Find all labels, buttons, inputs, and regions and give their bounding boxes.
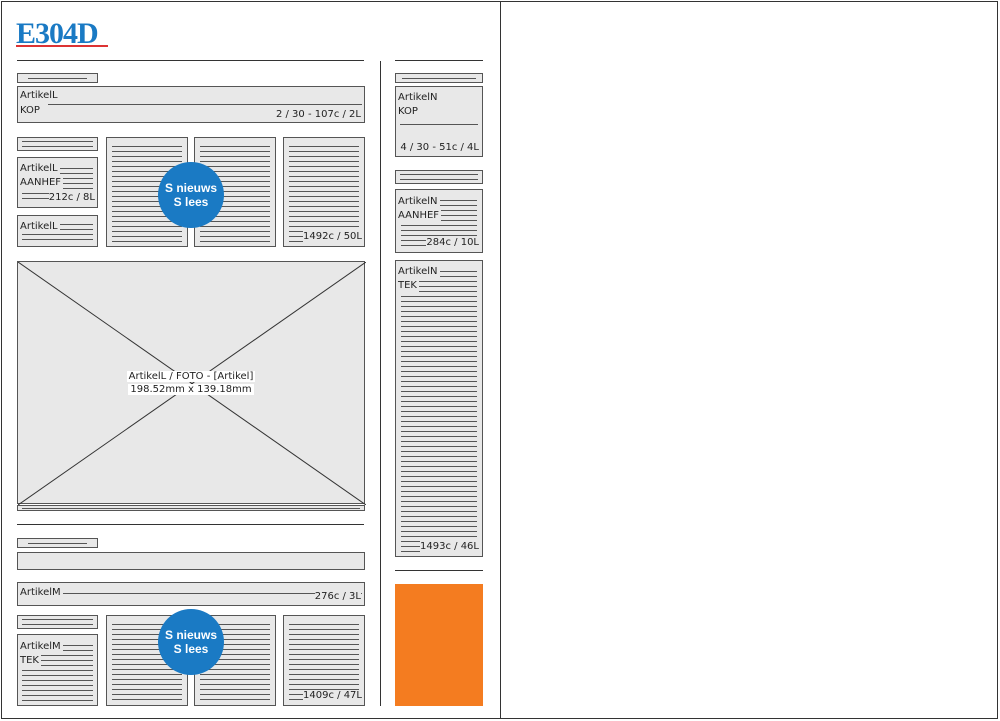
photo-placeholder[interactable]: ArtikelL / FOTO - [Artikel] 198.52mm x 1… (17, 261, 366, 505)
m-header-bar[interactable] (17, 552, 365, 570)
artikel-l-kop-block[interactable]: ArtikelL KOP 2 / 30 - 107c / 2L (17, 86, 365, 123)
artikel-m-kop-block[interactable]: ArtikelM 276c / 3L (17, 582, 365, 606)
photo-caption-line1: ArtikelL / FOTO - [Artikel] (126, 371, 256, 382)
n-tek-type: TEK (398, 279, 419, 292)
n-aanhef-name: ArtikelN (398, 195, 440, 208)
s-nieuws-badge-top[interactable]: S nieuws S lees (158, 162, 224, 228)
m-kop-stats: 276c / 3L (314, 591, 361, 603)
n-kop-type: KOP (398, 105, 420, 118)
n-kicker-bar[interactable] (395, 73, 483, 83)
n-sub-kicker-bar[interactable] (395, 170, 483, 184)
kop-name: ArtikelL (20, 89, 60, 102)
photo-caption-line2: 198.52mm x 139.18mm (128, 384, 254, 395)
artikel-n-aanhef-block[interactable]: ArtikelN AANHEF 284c / 10L (395, 189, 483, 253)
m-tek-type: TEK (20, 654, 41, 667)
kop-type: KOP (20, 104, 42, 117)
artikel-n-kop-block[interactable]: ArtikelN KOP 4 / 30 - 51c / 4L (395, 86, 483, 157)
n-tek-name: ArtikelN (398, 265, 440, 278)
m-text-column-3[interactable]: 1409c / 47L (283, 615, 365, 706)
right-section-rule (395, 570, 483, 571)
n-aanhef-stats: 284c / 10L (426, 237, 479, 249)
n-kop-stats: 4 / 30 - 51c / 4L (400, 142, 479, 154)
m-kicker-bar[interactable] (17, 538, 98, 548)
text-stats: 1492c / 50L (303, 231, 362, 243)
s-nieuws-badge-bottom[interactable]: S nieuws S lees (158, 609, 224, 675)
m-sub-kicker-bar[interactable] (17, 615, 98, 629)
artikel-m-tek-block[interactable]: ArtikelM TEK (17, 634, 98, 706)
page-divider (500, 1, 501, 719)
sub-kicker-bar[interactable] (17, 137, 98, 151)
artikel-n-tek-block[interactable]: ArtikelN TEK 1493c / 46L (395, 260, 483, 557)
n-aanhef-type: AANHEF (398, 209, 442, 222)
small-block-name: ArtikelL (20, 220, 60, 233)
m-kop-name: ArtikelM (20, 586, 63, 599)
top-rule-left (17, 60, 364, 61)
text-column-3[interactable]: 1492c / 50L (283, 137, 365, 247)
section-rule (17, 524, 364, 525)
m-tek-name: ArtikelM (20, 640, 63, 653)
badge-bottom-line2: S lees (173, 642, 209, 656)
column-divider (380, 61, 381, 706)
top-rule-right (395, 60, 483, 61)
aanhef-type: AANHEF (20, 176, 64, 189)
m-tek-stats: 1409c / 47L (303, 690, 362, 702)
badge-top-line2: S lees (173, 195, 209, 209)
orange-ad-block[interactable] (395, 584, 483, 706)
artikel-l-aanhef-block[interactable]: ArtikelL AANHEF 212c / 8L (17, 157, 98, 208)
kop-stats: 2 / 30 - 107c / 2L (275, 109, 361, 121)
photo-caption-bar[interactable] (17, 505, 365, 511)
n-tek-stats: 1493c / 46L (420, 541, 479, 553)
badge-top-line1: S nieuws (164, 181, 217, 195)
logo-underline (16, 45, 108, 47)
aanhef-name: ArtikelL (20, 162, 60, 175)
badge-bottom-line1: S nieuws (164, 628, 217, 642)
n-kop-name: ArtikelN (398, 91, 440, 104)
kicker-bar[interactable] (17, 73, 98, 83)
aanhef-stats: 212c / 8L (48, 192, 95, 204)
artikel-l-small-block[interactable]: ArtikelL (17, 215, 98, 247)
